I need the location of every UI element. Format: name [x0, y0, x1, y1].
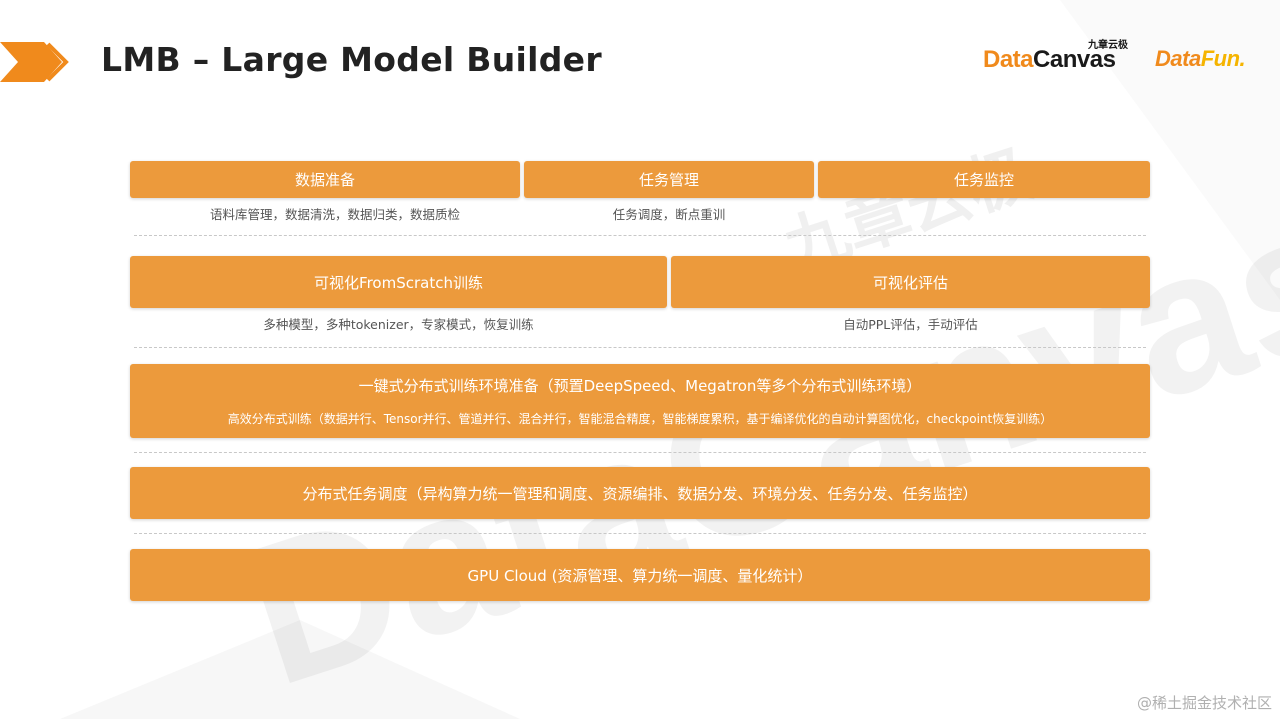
box-distributed-train: 一键式分布式训练环境准备（预置DeepSpeed、Megatron等多个分布式训… [130, 364, 1150, 438]
box-task-mgmt: 任务管理 [524, 161, 814, 198]
page-title: LMB – Large Model Builder [101, 40, 602, 79]
divider-4 [134, 533, 1146, 534]
divider-3 [134, 452, 1146, 453]
box-distributed-scheduling: 分布式任务调度（异构算力统一管理和调度、资源编排、数据分发、环境分发、任务分发、… [130, 467, 1150, 519]
box-task-mgmt-label: 任务管理 [638, 171, 699, 189]
note-visual-train: 多种模型，多种tokenizer，专家模式，恢复训练 [263, 317, 534, 332]
background-decoration: DataCanvas 九章云极 [60, 0, 1280, 719]
box-distributed-train-label: 一键式分布式训练环境准备（预置DeepSpeed、Megatron等多个分布式训… [358, 377, 922, 395]
datacanvas-logo: DataCanvas [983, 46, 1116, 74]
footer-watermark: @稀土掘金技术社区 [1136, 694, 1272, 712]
divider-1 [134, 235, 1146, 236]
divider-2 [134, 347, 1146, 348]
datafun-logo: DataFun. [1155, 46, 1246, 72]
box-task-monitor-label: 任务监控 [953, 171, 1014, 189]
box-data-prep: 数据准备 [130, 161, 520, 198]
box-gpu-cloud-label: GPU Cloud (资源管理、算力统一调度、量化统计） [467, 566, 813, 585]
note-visual-eval: 自动PPL评估，手动评估 [843, 317, 978, 332]
box-visual-eval: 可视化评估 [671, 256, 1150, 308]
box-visual-eval-label: 可视化评估 [872, 273, 948, 292]
watermark-en: DataCanvas [222, 162, 1280, 719]
header-chevron-icon [0, 42, 69, 82]
datacanvas-logo-part2: Canvas [1033, 46, 1116, 73]
box-task-monitor: 任务监控 [818, 161, 1150, 198]
datacanvas-logo-part1: Data [983, 46, 1034, 73]
datafun-logo-part1: Data [1155, 46, 1201, 71]
box-gpu-cloud: GPU Cloud (资源管理、算力统一调度、量化统计） [130, 549, 1150, 601]
box-distributed-train-sub: 高效分布式训练（数据并行、Tensor并行、管道并行、混合并行，智能混合精度，智… [227, 412, 1053, 426]
box-visual-train-label: 可视化FromScratch训练 [314, 273, 483, 292]
box-data-prep-label: 数据准备 [294, 171, 355, 189]
box-distributed-scheduling-label: 分布式任务调度（异构算力统一管理和调度、资源编排、数据分发、环境分发、任务分发、… [302, 484, 978, 503]
datafun-logo-part2: Fun. [1200, 46, 1246, 71]
note-data-prep: 语料库管理，数据清洗，数据归类，数据质检 [209, 207, 460, 222]
box-visual-train: 可视化FromScratch训练 [130, 256, 667, 308]
note-task-mgmt: 任务调度，断点重训 [612, 207, 726, 222]
